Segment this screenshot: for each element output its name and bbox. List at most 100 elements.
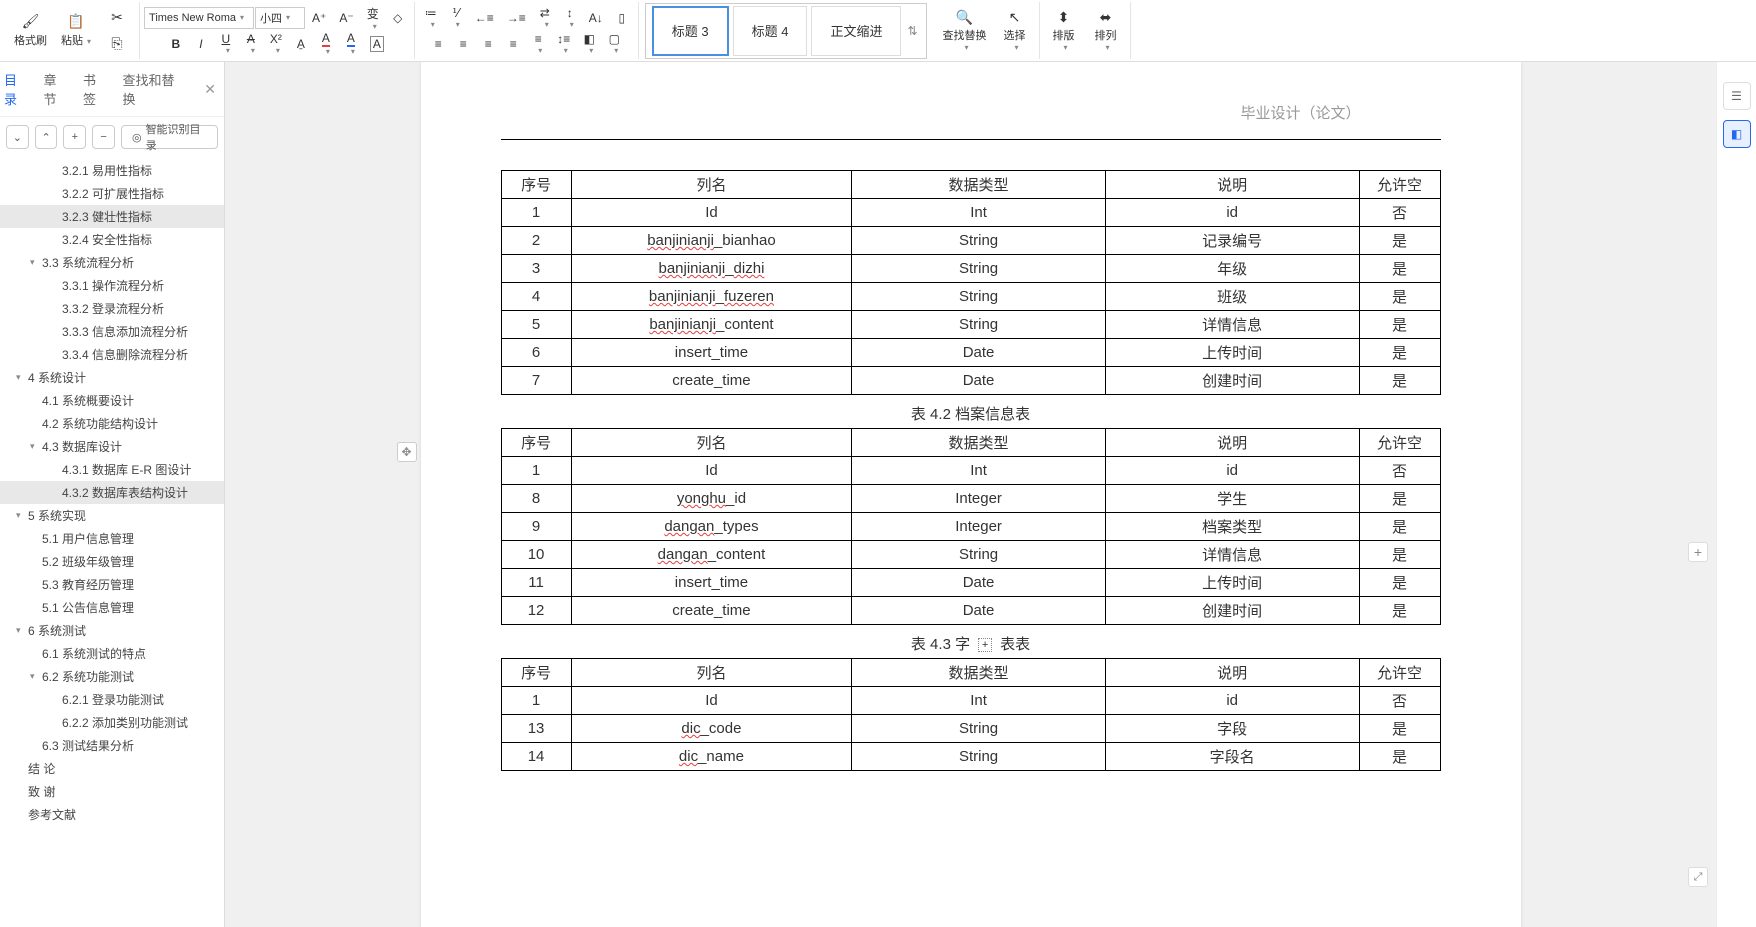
toc-item[interactable]: ▾4 系统设计: [0, 366, 224, 389]
style-body-indent[interactable]: 正文缩进: [811, 6, 901, 56]
smart-toc-button[interactable]: ◎ 智能识别目录: [121, 125, 218, 149]
floating-add-button[interactable]: +: [1688, 542, 1708, 562]
toc-item-label: 3.3.3 信息添加流程分析: [62, 323, 188, 340]
table-cell: 8: [501, 485, 571, 513]
tab-bookmarks[interactable]: 书签: [83, 70, 109, 108]
bold-button[interactable]: B: [164, 31, 188, 57]
font-color-button[interactable]: A: [314, 31, 338, 57]
table-header-cell: 说明: [1105, 171, 1359, 199]
paste-button[interactable]: 📋 粘贴: [55, 3, 97, 59]
properties-button[interactable]: ◧: [1723, 120, 1751, 148]
clear-format-button[interactable]: ◇: [386, 5, 410, 31]
border-button[interactable]: ▢: [602, 31, 626, 57]
tab-toc[interactable]: 目录: [4, 70, 30, 108]
toc-add-button[interactable]: +: [63, 125, 86, 149]
change-case-button[interactable]: 变: [361, 5, 385, 31]
font-size-combo[interactable]: 小四: [255, 7, 305, 29]
text-direction-button[interactable]: ⇄: [533, 5, 557, 31]
superscript-button[interactable]: X²: [264, 31, 288, 57]
bold-icon: B: [172, 37, 181, 51]
underline-button[interactable]: U: [214, 31, 238, 57]
toc-item[interactable]: ▾5 系统实现: [0, 504, 224, 527]
align-left-button[interactable]: ≡: [426, 31, 450, 57]
line-spacing-button[interactable]: ↕≡: [551, 31, 576, 57]
highlight-button[interactable]: A: [339, 31, 363, 57]
toc-item[interactable]: 6.2.1 登录功能测试: [0, 688, 224, 711]
toc-item[interactable]: 5.2 班级年级管理: [0, 550, 224, 573]
align-justify-button[interactable]: ≡: [501, 31, 525, 57]
copy-button[interactable]: ⎘: [103, 31, 131, 57]
toc-remove-button[interactable]: −: [92, 125, 115, 149]
tab-chapters[interactable]: 章节: [44, 70, 70, 108]
toc-item[interactable]: 参考文献: [0, 803, 224, 826]
show-marks-button[interactable]: A↓: [583, 5, 609, 31]
toc-item[interactable]: ▾3.3 系统流程分析: [0, 251, 224, 274]
expand-outline-button[interactable]: ☰: [1723, 82, 1751, 110]
styles-more-icon[interactable]: ⇅: [903, 24, 921, 38]
table-cell: String: [852, 743, 1106, 771]
toc-item[interactable]: 4.2 系统功能结构设计: [0, 412, 224, 435]
italic-button[interactable]: I: [189, 31, 213, 57]
insert-marker[interactable]: +: [978, 638, 992, 652]
align-right-button[interactable]: ≡: [476, 31, 500, 57]
table-cell: 是: [1359, 743, 1440, 771]
cut-button[interactable]: ✂: [103, 5, 131, 31]
find-replace-button[interactable]: 🔍 查找替换: [937, 3, 993, 59]
char-border-button[interactable]: A: [364, 31, 390, 57]
toc-item[interactable]: 3.2.3 健壮性指标: [0, 205, 224, 228]
shading-button[interactable]: ◧: [577, 31, 601, 57]
toc-collapse-button[interactable]: ⌃: [35, 125, 58, 149]
toc-item[interactable]: ▾6.2 系统功能测试: [0, 665, 224, 688]
toc-item[interactable]: 4.1 系统概要设计: [0, 389, 224, 412]
toc-item[interactable]: ▾6 系统测试: [0, 619, 224, 642]
toc-item[interactable]: 5.3 教育经历管理: [0, 573, 224, 596]
shrink-font-button[interactable]: A⁻: [333, 5, 359, 31]
toc-item[interactable]: 3.3.3 信息添加流程分析: [0, 320, 224, 343]
select-button[interactable]: ↖ 选择: [995, 3, 1035, 59]
toc-item[interactable]: 6.1 系统测试的特点: [0, 642, 224, 665]
toc-item[interactable]: 5.1 公告信息管理: [0, 596, 224, 619]
toc-item[interactable]: 6.3 测试结果分析: [0, 734, 224, 757]
grow-font-button[interactable]: A⁺: [306, 5, 332, 31]
document-area[interactable]: ✥ 毕业设计（论文） 序号列名数据类型说明允许空1IdIntid否2banjin…: [225, 62, 1716, 927]
strikethrough-button[interactable]: A: [239, 31, 263, 57]
toc-list[interactable]: 3.2.1 易用性指标3.2.2 可扩展性指标3.2.3 健壮性指标3.2.4 …: [0, 157, 224, 927]
tab-find[interactable]: 查找和替换: [123, 70, 187, 108]
floating-expand-button[interactable]: ⤢: [1688, 867, 1708, 887]
style-heading4[interactable]: 标题 4: [733, 6, 808, 56]
toc-item[interactable]: 3.2.2 可扩展性指标: [0, 182, 224, 205]
toc-item[interactable]: 3.2.4 安全性指标: [0, 228, 224, 251]
sort-button[interactable]: ↕: [558, 5, 582, 31]
distribute-button[interactable]: ≡: [526, 31, 550, 57]
table-row: 13dic_codeString字段是: [501, 715, 1440, 743]
toc-item[interactable]: 4.3.2 数据库表结构设计: [0, 481, 224, 504]
align-center-button[interactable]: ≡: [451, 31, 475, 57]
toc-item[interactable]: 致 谢: [0, 780, 224, 803]
table-cell: Int: [852, 199, 1106, 227]
phonetic-button[interactable]: A̱: [289, 31, 313, 57]
toc-dropdown-button[interactable]: ⌄: [6, 125, 29, 149]
indent-dec-button[interactable]: ←≡: [469, 5, 500, 31]
bullet-list-button[interactable]: ≔: [419, 5, 443, 31]
indent-inc-button[interactable]: →≡: [501, 5, 532, 31]
toc-item[interactable]: 6.2.2 添加类别功能测试: [0, 711, 224, 734]
toc-item[interactable]: 4.3.1 数据库 E-R 图设计: [0, 458, 224, 481]
table-handle[interactable]: ✥: [397, 442, 417, 462]
toc-item[interactable]: 3.3.1 操作流程分析: [0, 274, 224, 297]
toc-item[interactable]: ▾4.3 数据库设计: [0, 435, 224, 458]
format-painter-button[interactable]: 🖌 格式刷: [8, 3, 53, 59]
font-name-combo[interactable]: Times New Roma: [144, 7, 254, 29]
arrange-button[interactable]: ⬌ 排列: [1086, 3, 1126, 59]
close-panel-button[interactable]: ✕: [200, 81, 220, 98]
toc-item[interactable]: 5.1 用户信息管理: [0, 527, 224, 550]
toc-item[interactable]: 3.3.4 信息删除流程分析: [0, 343, 224, 366]
toc-item-label: 4.3.1 数据库 E-R 图设计: [62, 461, 191, 478]
toc-item[interactable]: 3.2.1 易用性指标: [0, 159, 224, 182]
toc-item[interactable]: 结 论: [0, 757, 224, 780]
paragraph-button[interactable]: ▯: [610, 5, 634, 31]
toc-item[interactable]: 3.3.2 登录流程分析: [0, 297, 224, 320]
style-heading3[interactable]: 标题 3: [652, 6, 729, 56]
layout-button[interactable]: ⬍ 排版: [1044, 3, 1084, 59]
number-list-button[interactable]: ⅟: [444, 5, 468, 31]
styles-gallery[interactable]: 标题 3 标题 4 正文缩进 ⇅: [645, 3, 927, 59]
